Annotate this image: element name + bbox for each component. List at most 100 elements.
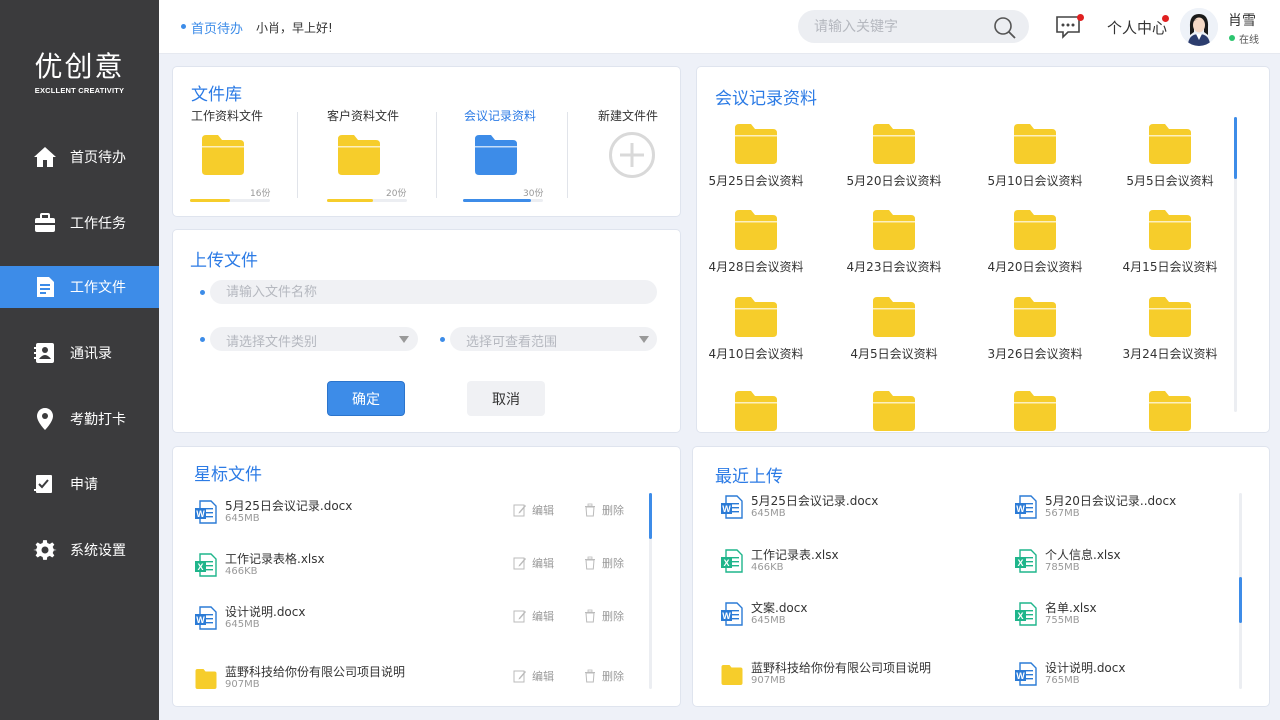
file-name-input[interactable] — [210, 280, 657, 304]
sidebar-item-settings[interactable]: 系统设置 — [0, 529, 159, 571]
meeting-folder[interactable] — [701, 391, 811, 432]
personal-center-link[interactable]: 个人中心 — [1107, 17, 1167, 38]
word-file-icon: W — [721, 602, 743, 626]
sidebar-item-home[interactable]: 首页待办 — [0, 136, 159, 178]
scope-select[interactable]: 选择可查看范围 — [450, 327, 657, 351]
new-folder-button[interactable]: 新建文件件 — [598, 107, 698, 124]
edit-label: 编辑 — [532, 610, 554, 623]
new-folder-label: 新建文件件 — [598, 109, 659, 123]
svg-text:X: X — [723, 558, 729, 568]
folder-icon — [1014, 391, 1056, 432]
scrollbar-thumb[interactable] — [649, 493, 652, 539]
folder-icon — [873, 124, 915, 168]
recent-file-row[interactable]: 蓝野科技给你份有限公司项目说明 907MB — [721, 659, 991, 693]
folder-icon — [735, 391, 777, 432]
meeting-folder[interactable] — [980, 391, 1090, 432]
file-size: 466KB — [225, 566, 258, 577]
file-name: 工作记录表格.xlsx — [225, 552, 325, 566]
scrollbar-thumb[interactable] — [1234, 117, 1237, 179]
recent-file-row[interactable]: X 工作记录表.xlsx 466KB — [721, 546, 991, 580]
delete-button[interactable]: 删除 — [583, 668, 624, 684]
sidebar-item-attendance[interactable]: 考勤打卡 — [0, 398, 159, 440]
file-size: 645MB — [225, 513, 260, 524]
meeting-folder[interactable] — [839, 391, 949, 432]
starred-file-row[interactable]: W 设计说明.docx 645MB 编辑 删除 — [195, 603, 635, 637]
sidebar-item-apply[interactable]: 申请 — [0, 463, 159, 505]
recent-file-row[interactable]: W 文案.docx 645MB — [721, 599, 991, 633]
confirm-button[interactable]: 确定 — [327, 381, 405, 416]
delete-button[interactable]: 删除 — [583, 608, 624, 624]
delete-button[interactable]: 删除 — [583, 555, 624, 571]
required-dot — [200, 337, 205, 342]
delete-button[interactable]: 删除 — [583, 502, 624, 518]
meeting-folder[interactable]: 5月10日会议资料 — [980, 124, 1090, 189]
meeting-folder[interactable]: 5月5日会议资料 — [1115, 124, 1225, 189]
sidebar-item-tasks[interactable]: 工作任务 — [0, 202, 159, 244]
library-folder-meetings[interactable]: 会议记录资料 — [464, 107, 564, 124]
starred-file-row[interactable]: 蓝野科技给你份有限公司项目说明 907MB 编辑 删除 — [195, 663, 635, 697]
folder-icon[interactable] — [202, 135, 244, 175]
category-select[interactable]: 请选择文件类别 — [210, 327, 418, 351]
folder-icon — [1014, 297, 1056, 341]
file-size: 907MB — [751, 675, 786, 686]
folder-progress-fill — [463, 199, 531, 202]
edit-button[interactable]: 编辑 — [513, 608, 554, 624]
sidebar-item-label: 考勤打卡 — [70, 412, 126, 428]
avatar[interactable] — [1180, 8, 1218, 46]
divider — [297, 112, 298, 198]
edit-button[interactable]: 编辑 — [513, 668, 554, 684]
edit-button[interactable]: 编辑 — [513, 502, 554, 518]
meeting-folder[interactable]: 5月20日会议资料 — [839, 124, 949, 189]
meeting-folder[interactable]: 3月24日会议资料 — [1115, 297, 1225, 362]
trash-icon — [583, 609, 602, 623]
file-size: 645MB — [751, 615, 786, 626]
edit-icon — [513, 503, 532, 517]
starred-file-row[interactable]: X 工作记录表格.xlsx 466KB 编辑 删除 — [195, 550, 635, 584]
file-library-card: 文件库 工作资料文件 16份 客户资料文件 20份 会议记录资料 30份 新建文… — [173, 67, 680, 216]
recent-file-row[interactable]: W 5月25日会议记录.docx 645MB — [721, 492, 991, 526]
required-dot — [440, 337, 445, 342]
scrollbar-thumb[interactable] — [1239, 577, 1242, 623]
meeting-folder[interactable]: 4月23日会议资料 — [839, 210, 949, 275]
breadcrumb[interactable]: 首页待办 — [191, 18, 243, 37]
required-dot — [200, 290, 205, 295]
meeting-folder[interactable]: 4月20日会议资料 — [980, 210, 1090, 275]
word-file-icon: W — [195, 606, 217, 630]
delete-label: 删除 — [602, 504, 624, 517]
meeting-folder[interactable]: 4月15日会议资料 — [1115, 210, 1225, 275]
svg-text:X: X — [1017, 558, 1023, 568]
file-name: 工作记录表.xlsx — [751, 548, 839, 562]
folder-icon[interactable] — [475, 135, 517, 175]
file-size: 466KB — [751, 562, 784, 573]
meeting-folder[interactable]: 4月10日会议资料 — [701, 297, 811, 362]
search-input[interactable] — [814, 10, 984, 43]
sidebar-item-files[interactable]: 工作文件 — [0, 266, 159, 308]
logo-text: 优创意 — [34, 50, 125, 83]
meeting-folder[interactable]: 3月26日会议资料 — [980, 297, 1090, 362]
plus-icon[interactable] — [609, 132, 655, 178]
starred-file-row[interactable]: W 5月25日会议记录.docx 645MB 编辑 删除 — [195, 497, 635, 531]
folder-label: 4月15日会议资料 — [1122, 260, 1218, 274]
svg-text:W: W — [196, 615, 205, 625]
edit-label: 编辑 — [532, 504, 554, 517]
folder-icon — [1014, 124, 1056, 168]
meeting-folder[interactable]: 4月28日会议资料 — [701, 210, 811, 275]
folder-icon — [1149, 391, 1191, 432]
folder-label: 5月25日会议资料 — [708, 174, 804, 188]
folder-icon[interactable] — [338, 135, 380, 175]
edit-label: 编辑 — [532, 557, 554, 570]
svg-text:W: W — [722, 611, 731, 621]
search-icon[interactable] — [993, 16, 1017, 40]
meeting-folder[interactable] — [1115, 391, 1225, 432]
cancel-button[interactable]: 取消 — [467, 381, 545, 416]
library-folder-work[interactable]: 工作资料文件 — [191, 107, 291, 124]
meeting-folder[interactable]: 5月25日会议资料 — [701, 124, 811, 189]
meeting-folder[interactable]: 4月5日会议资料 — [839, 297, 949, 362]
excel-file-icon: X — [1015, 549, 1037, 573]
svg-text:W: W — [722, 504, 731, 514]
sidebar-item-label: 工作文件 — [70, 280, 126, 296]
library-folder-clients[interactable]: 客户资料文件 — [327, 107, 427, 124]
top-header: 首页待办 小肖，早上好! 个人中心 肖雪 在线 — [159, 0, 1280, 54]
sidebar-item-contacts[interactable]: 通讯录 — [0, 332, 159, 374]
edit-button[interactable]: 编辑 — [513, 555, 554, 571]
